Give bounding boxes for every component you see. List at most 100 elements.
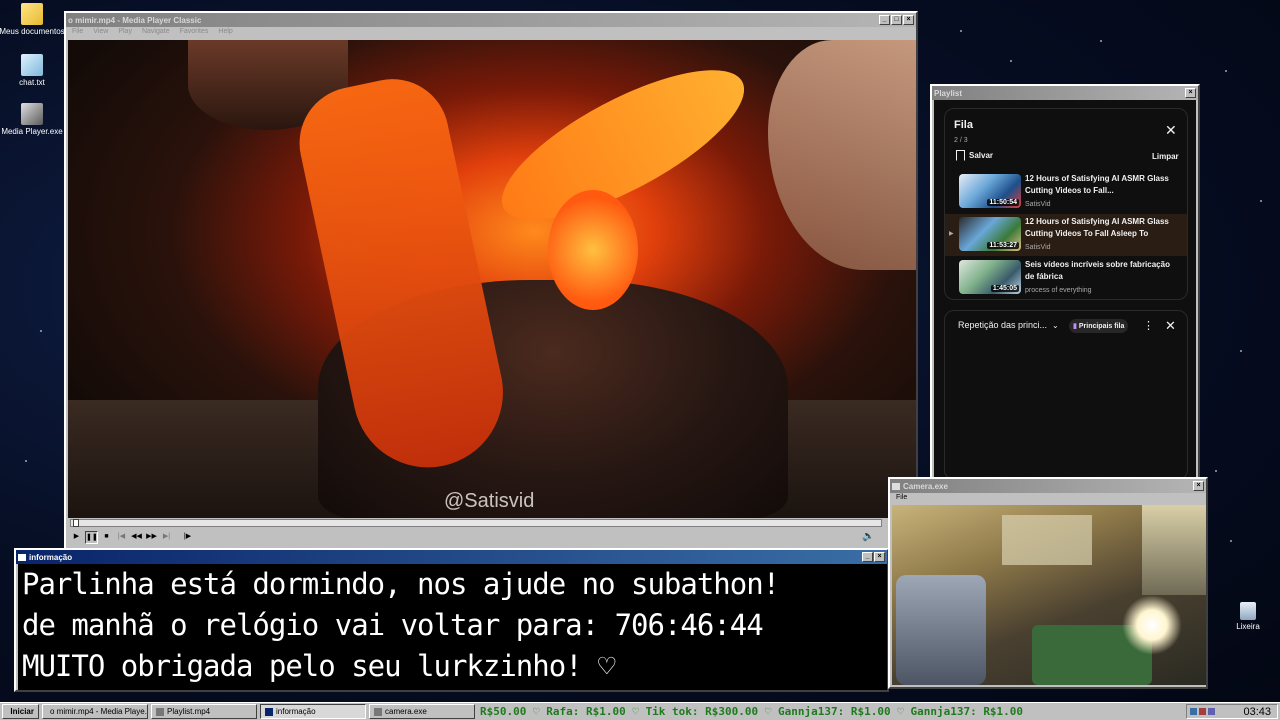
desktop-icon-recycle-bin[interactable]: Lixeira xyxy=(1213,602,1280,631)
video-duration: 11:53:27 xyxy=(987,242,1019,249)
recycle-bin-icon xyxy=(1240,602,1256,620)
channel-name: SatisVid xyxy=(1025,244,1051,251)
window-app-icon xyxy=(18,553,26,561)
more-options-icon[interactable]: ⋮ xyxy=(1143,319,1154,332)
queue-badge[interactable]: ▮ Principais fila xyxy=(1069,319,1129,333)
taskbar-button-info[interactable]: informação xyxy=(260,704,366,719)
repeat-dropdown[interactable]: Repetição das princi... ⌄ xyxy=(958,320,1059,330)
chevron-down-icon: ⌄ xyxy=(1052,320,1059,330)
maximize-button[interactable]: □ xyxy=(891,15,902,25)
skip-forward-icon[interactable]: ▶| xyxy=(160,531,173,544)
taskbar: Iniciar o mimir.mp4 - Media Playe... Pla… xyxy=(0,702,1280,720)
badge-label: Principais fila xyxy=(1078,322,1125,330)
window-app-icon xyxy=(156,707,164,716)
text-file-icon xyxy=(21,54,43,76)
window-title: Camera.exe xyxy=(903,481,948,491)
queue-item[interactable]: 11:50:54 12 Hours of Satisfying AI ASMR … xyxy=(945,171,1187,213)
camera-titlebar[interactable]: Camera.exe × xyxy=(890,479,1206,493)
donation-ticker: R$50.00 ♡ Rafa: R$1.00 ♡ Tik tok: R$300.… xyxy=(480,705,1024,718)
queue-item-current[interactable]: ▶ 11:53:27 12 Hours of Satisfying AI ASM… xyxy=(945,214,1187,256)
desktop-icon-chat[interactable]: chat.txt xyxy=(0,54,67,87)
rewind-icon[interactable]: ◀◀ xyxy=(130,531,143,544)
camera-window-light xyxy=(1002,515,1092,565)
taskbar-button-label: camera.exe xyxy=(385,707,427,716)
start-button[interactable]: Iniciar xyxy=(2,704,39,719)
video-thumbnail: 11:50:54 xyxy=(959,174,1021,208)
media-player-icon xyxy=(21,103,43,125)
queue-title: Fila xyxy=(954,119,973,131)
play-icon[interactable]: ▶ xyxy=(70,531,83,544)
skip-back-icon[interactable]: |◀ xyxy=(115,531,128,544)
window-app-icon xyxy=(374,707,382,716)
tray-icons xyxy=(1190,708,1215,715)
video-frame[interactable]: @Satisvid xyxy=(68,40,916,518)
info-line-2: de manhã o relógio vai voltar para: 706:… xyxy=(22,605,887,646)
window-title: o mimir.mp4 - Media Player Classic xyxy=(68,15,202,25)
network-icon[interactable] xyxy=(1190,708,1197,715)
menu-file[interactable]: File xyxy=(72,28,83,38)
app-tray-icon[interactable] xyxy=(1208,708,1215,715)
window-app-icon xyxy=(265,707,273,716)
video-thumbnail: 11:53:27 xyxy=(959,217,1021,251)
taskbar-button-media-player[interactable]: o mimir.mp4 - Media Playe... xyxy=(42,704,148,719)
forward-icon[interactable]: ▶▶ xyxy=(145,531,158,544)
channel-name: SatisVid xyxy=(1025,201,1051,208)
info-line-2-prefix: de manhã o relógio vai voltar para: xyxy=(22,608,599,642)
video-title: 12 Hours of Satisfying AI ASMR Glass Cut… xyxy=(1025,217,1169,238)
video-duration: 11:50:54 xyxy=(987,199,1019,206)
menu-help[interactable]: Help xyxy=(218,28,232,38)
volume-icon[interactable]: 🔈 xyxy=(862,531,874,542)
playlist-titlebar[interactable]: Playlist × xyxy=(932,86,1198,100)
close-button[interactable]: × xyxy=(903,15,914,25)
pause-icon[interactable]: ❚❚ xyxy=(85,530,98,544)
camera-menubar: File xyxy=(890,493,1206,505)
info-titlebar[interactable]: informação _ × xyxy=(16,550,887,564)
seek-thumb[interactable] xyxy=(73,519,79,527)
menu-file[interactable]: File xyxy=(896,494,907,504)
menu-favorites[interactable]: Favorites xyxy=(180,28,209,38)
queue-position: 2 / 3 xyxy=(954,137,968,144)
clock[interactable]: 03:43 xyxy=(1243,706,1271,718)
autoplay-panel: Repetição das princi... ⌄ ▮ Principais f… xyxy=(944,310,1188,480)
desktop-icon-documents[interactable]: Meus documentos xyxy=(0,3,67,36)
folder-icon xyxy=(21,3,43,25)
save-button[interactable]: Salvar xyxy=(956,150,993,161)
minimize-button[interactable]: _ xyxy=(879,15,890,25)
media-player-menubar: File View Play Navigate Favorites Help xyxy=(66,27,916,39)
menu-navigate[interactable]: Navigate xyxy=(142,28,170,38)
close-icon[interactable]: ✕ xyxy=(1165,318,1176,334)
info-window: informação _ × Parlinha está dormindo, n… xyxy=(14,548,889,692)
close-button[interactable]: × xyxy=(874,552,885,562)
channel-name: process of everything xyxy=(1025,287,1092,294)
media-player-titlebar[interactable]: o mimir.mp4 - Media Player Classic _ □ × xyxy=(66,13,916,27)
bookmark-icon xyxy=(956,150,965,161)
clear-button[interactable]: Limpar xyxy=(1152,152,1179,161)
minimize-button[interactable]: _ xyxy=(862,552,873,562)
menu-view[interactable]: View xyxy=(93,28,108,38)
taskbar-button-camera[interactable]: camera.exe xyxy=(369,704,475,719)
stop-icon[interactable]: ■ xyxy=(100,531,113,544)
menu-play[interactable]: Play xyxy=(118,28,132,38)
taskbar-button-playlist[interactable]: Playlist.mp4 xyxy=(151,704,257,719)
desktop-icon-label: chat.txt xyxy=(19,78,45,87)
camera-wall-right xyxy=(1142,505,1206,595)
desktop-icon-media-player[interactable]: Media Player.exe xyxy=(0,103,67,136)
window-app-icon xyxy=(892,482,900,490)
camera-lamp-glow xyxy=(1122,595,1182,655)
video-hand-right xyxy=(768,40,916,270)
video-lava-glow xyxy=(548,190,638,310)
media-player-window: o mimir.mp4 - Media Player Classic _ □ ×… xyxy=(64,11,918,551)
queue-item[interactable]: 1:45:05 Seis vídeos incríveis sobre fabr… xyxy=(945,257,1187,299)
volume-tray-icon[interactable] xyxy=(1199,708,1206,715)
start-label: Iniciar xyxy=(10,707,34,716)
close-icon[interactable]: ✕ xyxy=(1165,123,1177,137)
frame-step-icon[interactable]: |▶ xyxy=(181,531,194,544)
info-line-1: Parlinha está dormindo, nos ajude no sub… xyxy=(22,567,780,601)
seek-bar[interactable] xyxy=(70,519,882,527)
desktop-icon-label: Meus documentos xyxy=(0,27,65,36)
close-button[interactable]: × xyxy=(1193,481,1204,491)
desktop-icon-label: Lixeira xyxy=(1236,622,1260,631)
camera-feed xyxy=(892,505,1206,685)
close-button[interactable]: × xyxy=(1185,88,1196,98)
taskbar-button-label: o mimir.mp4 - Media Playe... xyxy=(50,707,148,716)
